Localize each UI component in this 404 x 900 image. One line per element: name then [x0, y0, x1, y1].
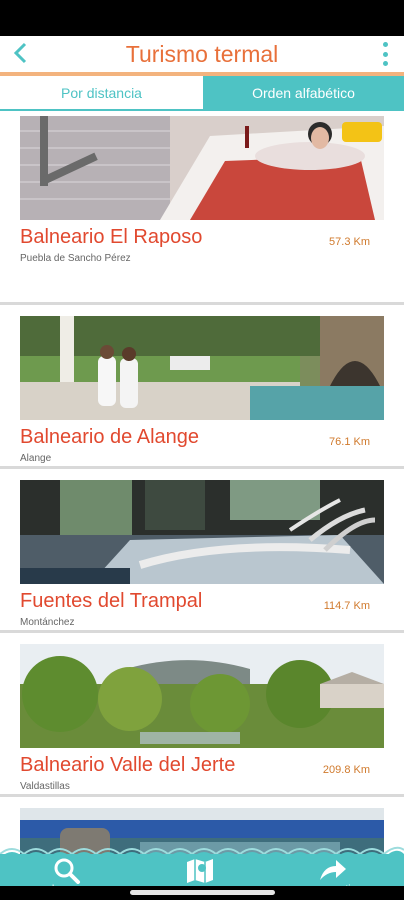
menu-dot-icon [382, 51, 388, 57]
item-name: Balneario El Raposo [20, 226, 203, 248]
map-button[interactable]: mapa [160, 858, 240, 886]
search-label: buscar [27, 884, 107, 886]
menu-dot-icon [382, 42, 388, 47]
item-distance: 209.8 Km [322, 764, 370, 776]
home-indicator [130, 890, 275, 895]
list-divider [0, 302, 404, 305]
list-divider [0, 630, 404, 633]
item-distance: 114.7 Km [323, 600, 370, 612]
share-label: compartir [293, 884, 373, 886]
app-header: Turismo termal [0, 36, 404, 72]
item-name: Balneario Valle del Jerte [20, 754, 236, 776]
list-divider [0, 466, 404, 469]
menu-dot-icon [382, 61, 388, 66]
map-icon [160, 858, 240, 883]
item-photo [20, 316, 384, 420]
chevron-left-icon [13, 42, 27, 64]
list-divider [0, 794, 404, 797]
search-button[interactable]: buscar [27, 858, 107, 886]
item-distance: 57.3 Km [329, 236, 370, 248]
item-photo [20, 644, 384, 748]
back-button[interactable] [8, 40, 34, 68]
item-name: Balneario de Alange [20, 426, 200, 448]
app-screen: Turismo termal Por distancia Orden alfab… [0, 36, 404, 886]
share-arrow-icon [293, 858, 373, 882]
item-place: Alange [20, 453, 52, 464]
map-label: mapa [160, 884, 240, 886]
share-button[interactable]: compartir [293, 858, 373, 886]
item-name: Fuentes del Trampal [20, 590, 203, 612]
item-photo [20, 480, 384, 584]
footer-bar: buscar mapa compartir [0, 854, 404, 886]
item-photo [20, 116, 384, 220]
tab-por-distancia[interactable]: Por distancia [0, 76, 203, 111]
search-icon [27, 858, 107, 884]
tab-orden-alfabetico[interactable]: Orden alfabético [203, 76, 404, 111]
item-place: Valdastillas [20, 781, 70, 792]
page-title: Turismo termal [125, 41, 279, 67]
more-menu-button[interactable] [380, 40, 390, 68]
item-distance: 76.1 Km [329, 436, 370, 448]
item-place: Montánchez [20, 617, 75, 628]
item-place: Puebla de Sancho Pérez [20, 253, 131, 264]
sort-tabs: Por distancia Orden alfabético [0, 76, 404, 111]
bottom-nav: buscar mapa compartir [0, 846, 404, 886]
